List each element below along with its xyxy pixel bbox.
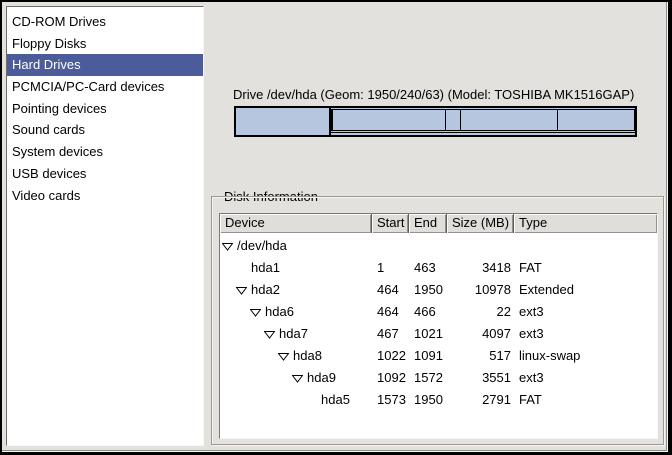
type-cell: linux-swap [514, 345, 657, 367]
device-name: hda2 [251, 279, 280, 301]
sidebar-item-usb-devices[interactable]: USB devices [7, 163, 203, 185]
size-cell: 3418 [447, 257, 514, 279]
partition-segment-hda7[interactable] [332, 109, 445, 131]
column-header-device[interactable]: Device [220, 214, 372, 233]
sidebar-item-hard-drives[interactable]: Hard Drives [7, 54, 203, 76]
size-cell: 517 [447, 345, 514, 367]
table-row-hda8[interactable]: hda8 10221091517linux-swap [220, 345, 657, 367]
start-cell: 1022 [372, 345, 409, 367]
hardware-browser-window: CD-ROM DrivesFloppy DisksHard DrivesPCMC… [0, 0, 672, 455]
end-cell [409, 235, 447, 257]
device-name: hda6 [265, 301, 294, 323]
type-cell: ext3 [514, 301, 657, 323]
type-cell: FAT [514, 389, 657, 411]
table-row-hda9[interactable]: hda9 109215723551ext3 [220, 367, 657, 389]
table-row-hda5[interactable]: hda5 157319502791FAT [220, 389, 657, 411]
end-cell: 1091 [409, 345, 447, 367]
size-cell: 22 [447, 301, 514, 323]
partition-segment-hda9[interactable] [460, 109, 558, 131]
end-cell: 466 [409, 301, 447, 323]
device-cell: hda6 [220, 301, 372, 323]
size-cell: 3551 [447, 367, 514, 389]
expander-triangle-icon[interactable] [222, 242, 237, 251]
type-cell: ext3 [514, 367, 657, 389]
device-name: hda7 [279, 323, 308, 345]
size-cell: 4097 [447, 323, 514, 345]
table-header-row: DeviceStartEndSize (MB)Type [220, 214, 657, 233]
disk-information-table: DeviceStartEndSize (MB)Type /dev/hdahda1… [219, 213, 658, 439]
column-header-size-mb[interactable]: Size (MB) [447, 214, 514, 233]
partition-bar[interactable] [234, 106, 637, 137]
device-cell: hda2 [220, 279, 372, 301]
table-row-hda7[interactable]: hda7 46710214097ext3 [220, 323, 657, 345]
device-cell: /dev/hda [220, 235, 372, 257]
end-cell: 1572 [409, 367, 447, 389]
table-body: /dev/hdahda114633418FAThda2464195010978E… [220, 233, 657, 411]
start-cell: 1 [372, 257, 409, 279]
start-cell: 1573 [372, 389, 409, 411]
device-name: hda9 [307, 367, 336, 389]
partition-segment-hda8[interactable] [445, 109, 461, 131]
end-cell: 1950 [409, 389, 447, 411]
size-cell [447, 235, 514, 257]
size-cell: 10978 [447, 279, 514, 301]
type-cell: ext3 [514, 323, 657, 345]
table-row-hda6[interactable]: hda6 46446622ext3 [220, 301, 657, 323]
start-cell: 464 [372, 301, 409, 323]
device-cell: hda5 [220, 389, 372, 411]
sidebar-item-video-cards[interactable]: Video cards [7, 185, 203, 207]
start-cell: 467 [372, 323, 409, 345]
type-cell: FAT [514, 257, 657, 279]
device-category-list[interactable]: CD-ROM DrivesFloppy DisksHard DrivesPCMC… [6, 6, 204, 446]
device-cell: hda8 [220, 345, 372, 367]
end-cell: 463 [409, 257, 447, 279]
device-cell: hda1 [220, 257, 372, 279]
drive-info-label: Drive /dev/hda (Geom: 1950/240/63) (Mode… [233, 87, 634, 102]
table-row-hda2[interactable]: hda2 464195010978Extended [220, 279, 657, 301]
column-header-end[interactable]: End [409, 214, 447, 233]
size-cell: 2791 [447, 389, 514, 411]
table-row-dev-hda[interactable]: /dev/hda [220, 235, 657, 257]
device-name: /dev/hda [237, 235, 287, 257]
device-cell: hda9 [220, 367, 372, 389]
start-cell: 1092 [372, 367, 409, 389]
expander-triangle-icon[interactable] [278, 352, 293, 361]
partition-segment-hda2-extended[interactable] [331, 108, 635, 135]
start-cell: 464 [372, 279, 409, 301]
device-name: hda1 [251, 257, 280, 279]
sidebar-item-sound-cards[interactable]: Sound cards [7, 119, 203, 141]
expander-triangle-icon[interactable] [292, 374, 307, 383]
end-cell: 1021 [409, 323, 447, 345]
expander-triangle-icon[interactable] [250, 308, 265, 317]
sidebar-item-cd-rom-drives[interactable]: CD-ROM Drives [7, 11, 203, 33]
type-cell: Extended [514, 279, 657, 301]
sidebar-item-system-devices[interactable]: System devices [7, 141, 203, 163]
start-cell [372, 235, 409, 257]
device-name: hda8 [293, 345, 322, 367]
sidebar-item-pcmcia-pc-card-devices[interactable]: PCMCIA/PC-Card devices [7, 76, 203, 98]
partition-segment-hda1[interactable] [236, 108, 331, 135]
partition-segment-hda5[interactable] [557, 109, 635, 131]
sidebar-item-floppy-disks[interactable]: Floppy Disks [7, 33, 203, 55]
device-cell: hda7 [220, 323, 372, 345]
type-cell [514, 235, 657, 257]
expander-triangle-icon[interactable] [236, 286, 251, 295]
sidebar-item-pointing-devices[interactable]: Pointing devices [7, 98, 203, 120]
column-header-start[interactable]: Start [372, 214, 409, 233]
device-name: hda5 [321, 389, 350, 411]
column-header-type[interactable]: Type [514, 214, 657, 233]
table-row-hda1[interactable]: hda1 14633418FAT [220, 257, 657, 279]
expander-triangle-icon[interactable] [264, 330, 279, 339]
end-cell: 1950 [409, 279, 447, 301]
